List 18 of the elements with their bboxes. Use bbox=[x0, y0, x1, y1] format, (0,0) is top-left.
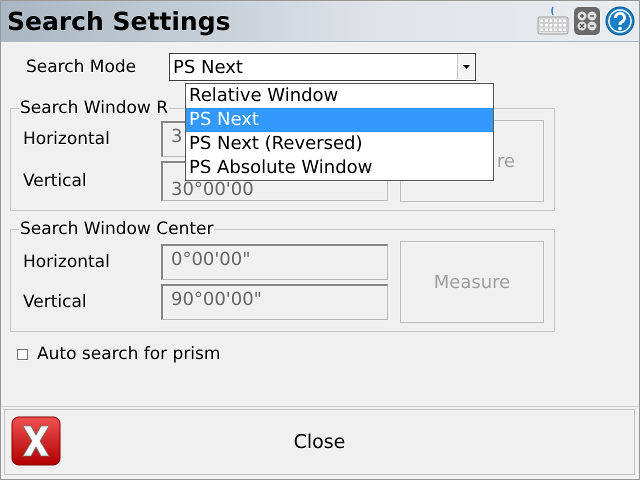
group-title: Search Window R bbox=[19, 98, 170, 118]
angle-field[interactable]: 0°00'00" bbox=[161, 244, 388, 280]
caret-icon bbox=[462, 65, 470, 69]
field-label: Vertical bbox=[23, 292, 88, 312]
field-label: Horizontal bbox=[23, 252, 111, 272]
field-label: Horizontal bbox=[23, 129, 111, 149]
search-mode-label: Search Mode bbox=[25, 57, 138, 77]
calculator-icon[interactable] bbox=[573, 6, 601, 36]
close-button[interactable]: Close bbox=[4, 409, 635, 475]
angle-field[interactable]: 90°00'00" bbox=[161, 284, 388, 320]
help-icon[interactable] bbox=[605, 6, 635, 36]
checkbox[interactable] bbox=[17, 348, 28, 360]
group-title: Search Window Center bbox=[19, 219, 214, 239]
window-title: Search Settings bbox=[7, 6, 230, 36]
field-label: Vertical bbox=[23, 171, 88, 191]
search-mode-dropdown[interactable]: PS Next bbox=[169, 53, 476, 81]
close-icon bbox=[11, 416, 61, 468]
checkbox-label: Auto search for prism bbox=[37, 344, 220, 364]
